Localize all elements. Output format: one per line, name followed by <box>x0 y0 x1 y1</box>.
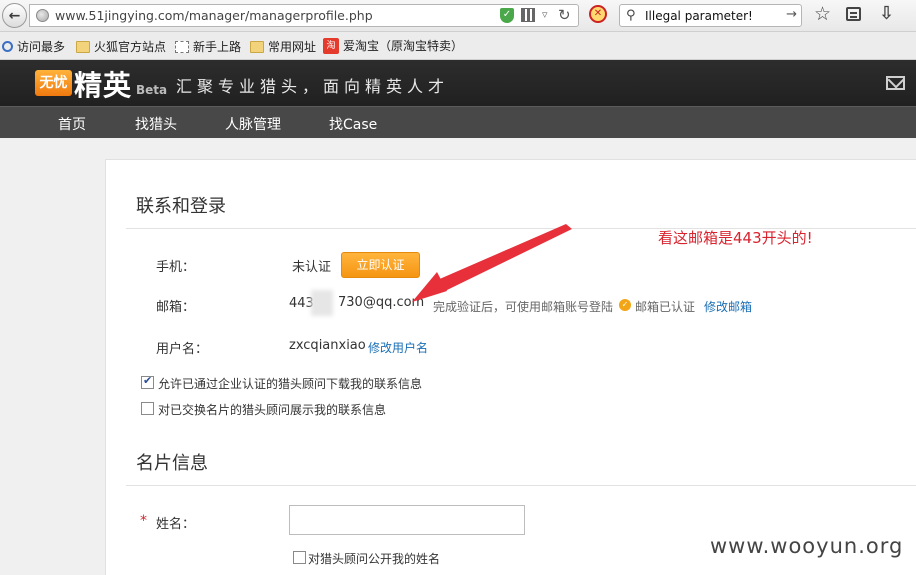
public-name-label: 对猎头顾问公开我的姓名 <box>308 552 441 566</box>
search-box[interactable]: ⚲ Illegal parameter! → <box>619 4 802 27</box>
mail-icon[interactable] <box>886 76 905 90</box>
email-verified-status: 邮箱已认证 <box>635 300 696 314</box>
search-icon: ⚲ <box>626 8 636 23</box>
magnifier-icon <box>2 41 13 52</box>
edit-email-link[interactable]: 修改邮箱 <box>704 298 752 315</box>
username-label: 用户名： <box>156 342 209 357</box>
annotation-text: 看这邮箱是443开头的! <box>658 229 813 247</box>
url-bar[interactable]: www.51jingying.com/manager/managerprofil… <box>29 4 579 27</box>
required-mark: * <box>140 513 147 529</box>
folder-icon <box>250 40 264 53</box>
nav-home[interactable]: 首页 <box>58 114 86 134</box>
redaction-blur <box>311 290 333 316</box>
slogan: 汇聚专业猎头，面向精英人才 <box>176 77 450 96</box>
browser-toolbar: ← www.51jingying.com/manager/managerprof… <box>0 0 916 32</box>
section-title-contact: 联系和登录 <box>136 196 226 217</box>
allow-download-label: 允许已通过企业认证的猎头顾问下载我的联系信息 <box>158 377 423 391</box>
phone-label: 手机： <box>156 260 196 275</box>
bookmark-label: 火狐官方站点 <box>94 40 167 54</box>
shield-icon[interactable]: ✓ <box>500 8 514 23</box>
show-contact-label: 对已交换名片的猎头顾问展示我的联系信息 <box>158 403 387 417</box>
name-input[interactable] <box>289 505 525 535</box>
bookmark-taobao[interactable]: 淘 爱淘宝（原淘宝特卖） <box>323 37 463 54</box>
divider <box>126 485 916 486</box>
phone-status: 未认证 <box>292 260 332 275</box>
bookmark-label: 常用网址 <box>268 40 317 54</box>
arrow-right-icon[interactable]: → <box>786 7 797 22</box>
folder-icon <box>76 40 90 53</box>
section-title-card: 名片信息 <box>136 453 208 474</box>
bookmark-getting-started[interactable]: 新手上路 <box>175 38 241 55</box>
library-icon[interactable] <box>846 7 861 21</box>
bookmark-label: 爱淘宝（原淘宝特卖） <box>343 39 464 53</box>
search-text: Illegal parameter! <box>645 9 753 23</box>
public-name-checkbox[interactable] <box>293 551 306 564</box>
globe-icon <box>36 9 49 22</box>
star-icon[interactable]: ☆ <box>814 3 831 25</box>
back-arrow-icon[interactable]: ← <box>2 3 27 28</box>
logo-badge[interactable]: 无忧 <box>35 70 72 96</box>
page-icon <box>175 40 189 53</box>
nav-network[interactable]: 人脉管理 <box>225 114 281 134</box>
bookmark-common-sites[interactable]: 常用网址 <box>250 38 316 55</box>
url-text: www.51jingying.com/manager/managerprofil… <box>55 8 373 23</box>
chevron-down-icon[interactable]: ▿ <box>542 8 548 21</box>
bookmark-most-visited[interactable]: 访问最多 <box>2 38 65 55</box>
watermark: www.wooyun.org <box>710 534 904 558</box>
email-hint: 完成验证后，可使用邮箱账号登陆 <box>433 300 614 314</box>
block-icon[interactable]: ✕ <box>589 5 607 23</box>
logo-beta: Beta <box>136 83 168 97</box>
reload-icon[interactable]: ↻ <box>558 6 571 24</box>
bookmark-label: 新手上路 <box>193 40 242 54</box>
nav-find-case[interactable]: 找Case <box>329 114 377 134</box>
logo-text[interactable]: 精英 <box>74 64 132 104</box>
email-suffix: 730@qq.com <box>338 295 425 310</box>
main-nav: 首页 找猎头 人脉管理 找Case <box>0 106 916 138</box>
verified-check-icon: ✓ <box>619 299 631 311</box>
nav-find-headhunter[interactable]: 找猎头 <box>135 114 177 134</box>
qr-code-icon[interactable] <box>521 8 535 22</box>
bookmark-label: 访问最多 <box>17 40 66 54</box>
email-label: 邮箱： <box>156 300 196 315</box>
username-value: zxcqianxiao <box>289 338 366 353</box>
taobao-icon: 淘 <box>323 37 339 54</box>
download-icon[interactable]: ⇩ <box>879 3 894 24</box>
site-header: 无忧 精英 Beta 汇聚专业猎头，面向精英人才 <box>0 60 916 106</box>
allow-download-checkbox[interactable] <box>141 374 154 389</box>
show-contact-checkbox[interactable] <box>141 402 154 415</box>
verify-now-button[interactable]: 立即认证 <box>341 252 420 278</box>
bookmarks-bar: 访问最多 火狐官方站点 新手上路 常用网址 淘 爱淘宝（原淘宝特卖） <box>0 32 916 60</box>
bookmark-firefox-site[interactable]: 火狐官方站点 <box>76 38 166 55</box>
name-label: 姓名： <box>156 517 196 532</box>
edit-username-link[interactable]: 修改用户名 <box>368 339 428 356</box>
